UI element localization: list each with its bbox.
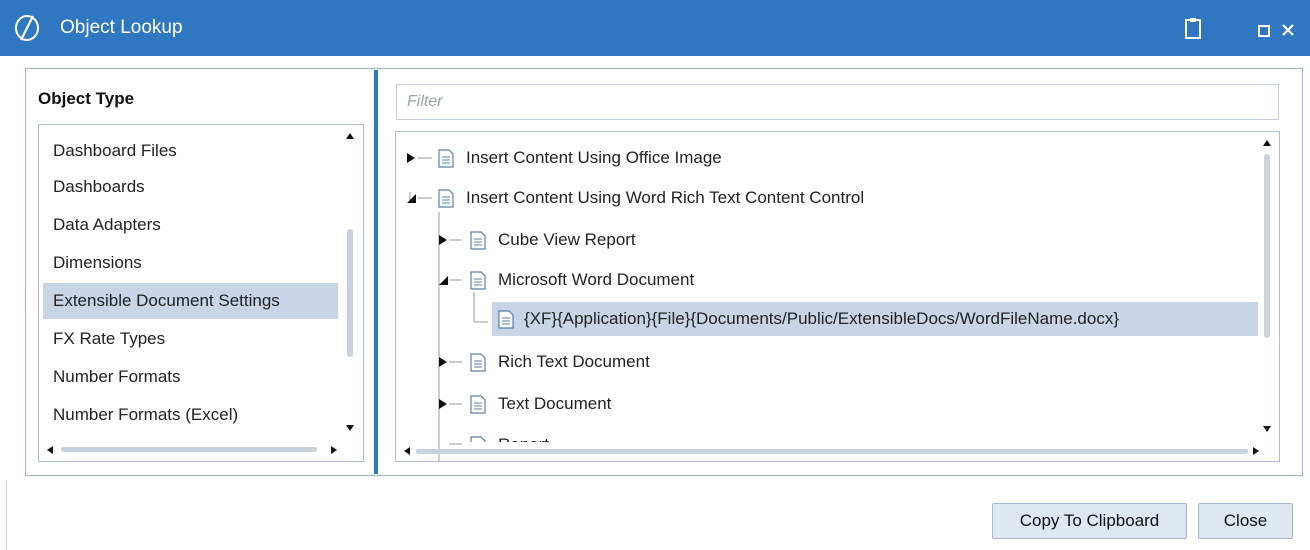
horizontal-scrollbar[interactable] <box>416 449 1248 454</box>
filter-input[interactable] <box>396 84 1279 120</box>
tree-row[interactable]: Insert Content Using Word Rich Text Cont… <box>396 181 1256 215</box>
tree-row-label: Microsoft Word Document <box>498 270 695 289</box>
tree-row-label: Cube View Report <box>498 230 636 249</box>
object-type-heading: Object Type <box>38 89 135 108</box>
collapse-arrow-icon[interactable] <box>406 193 416 203</box>
document-icon <box>438 189 454 208</box>
list-item[interactable]: Dashboard Files <box>43 133 338 169</box>
tree-row[interactable]: Cube View Report <box>396 223 1256 257</box>
maximize-icon[interactable] <box>1258 25 1270 37</box>
scroll-up-icon[interactable] <box>1262 138 1272 148</box>
scroll-left-icon[interactable] <box>402 446 412 456</box>
list-item-selected[interactable]: Extensible Document Settings <box>43 283 338 319</box>
tree-row-label: Report <box>498 428 549 442</box>
document-icon <box>470 436 486 442</box>
window-title: Object Lookup <box>60 17 183 38</box>
vertical-scrollbar[interactable] <box>1264 154 1270 338</box>
scroll-up-icon[interactable] <box>345 131 355 141</box>
tree-row-partial[interactable]: Report <box>396 428 1256 442</box>
app-logo-icon <box>15 15 39 41</box>
list-item[interactable]: Number Formats (Excel) <box>43 397 338 433</box>
document-icon <box>498 310 514 329</box>
close-button[interactable]: Close <box>1198 503 1293 539</box>
collapse-arrow-icon[interactable] <box>438 275 448 285</box>
document-icon <box>470 231 486 250</box>
document-icon <box>470 395 486 414</box>
expand-arrow-icon[interactable] <box>438 399 448 409</box>
tree-row-label: Text Document <box>498 394 612 413</box>
clipboard-icon[interactable] <box>1184 17 1202 39</box>
list-item[interactable]: Data Adapters <box>43 207 338 243</box>
scroll-right-icon[interactable] <box>1251 446 1261 456</box>
panel-splitter[interactable] <box>374 70 378 474</box>
copy-to-clipboard-button[interactable]: Copy To Clipboard <box>992 503 1187 539</box>
list-item[interactable]: FX Rate Types <box>43 321 338 357</box>
title-bar: Object Lookup <box>0 0 1310 56</box>
list-item[interactable]: Dimensions <box>43 245 338 281</box>
expand-arrow-icon[interactable] <box>438 357 448 367</box>
tree-row[interactable]: Rich Text Document <box>396 345 1256 379</box>
scroll-down-icon[interactable] <box>345 423 355 433</box>
tree-row[interactable]: Insert Content Using Office Image <box>396 141 1256 175</box>
vertical-scrollbar[interactable] <box>347 229 353 357</box>
tree-row-label: Insert Content Using Office Image <box>466 148 722 167</box>
tree-row-label: Rich Text Document <box>498 352 650 371</box>
scroll-right-icon[interactable] <box>329 445 339 455</box>
expand-arrow-icon[interactable] <box>438 235 448 245</box>
window-edge <box>6 480 7 550</box>
document-icon <box>470 353 486 372</box>
document-icon <box>438 149 454 168</box>
close-icon[interactable] <box>1280 22 1296 38</box>
tree-row-label: {XF}{Application}{File}{Documents/Public… <box>524 309 1119 328</box>
object-type-list[interactable]: Dashboard Files Dashboards Data Adapters… <box>38 124 364 462</box>
scroll-down-icon[interactable] <box>1262 424 1272 434</box>
document-icon <box>470 271 486 290</box>
expand-arrow-icon[interactable] <box>406 153 416 163</box>
tree-row-label: Insert Content Using Word Rich Text Cont… <box>466 188 865 207</box>
list-item[interactable]: Dashboards <box>43 169 338 205</box>
tree-row-selected[interactable]: {XF}{Application}{File}{Documents/Public… <box>492 302 1258 336</box>
tree-row[interactable]: Microsoft Word Document <box>396 263 1256 297</box>
scroll-left-icon[interactable] <box>45 445 55 455</box>
horizontal-scrollbar[interactable] <box>61 447 317 452</box>
tree-row[interactable]: Text Document <box>396 387 1256 421</box>
object-tree[interactable]: Insert Content Using Office Image Insert… <box>395 131 1280 462</box>
list-item[interactable]: Number Formats <box>43 359 338 395</box>
